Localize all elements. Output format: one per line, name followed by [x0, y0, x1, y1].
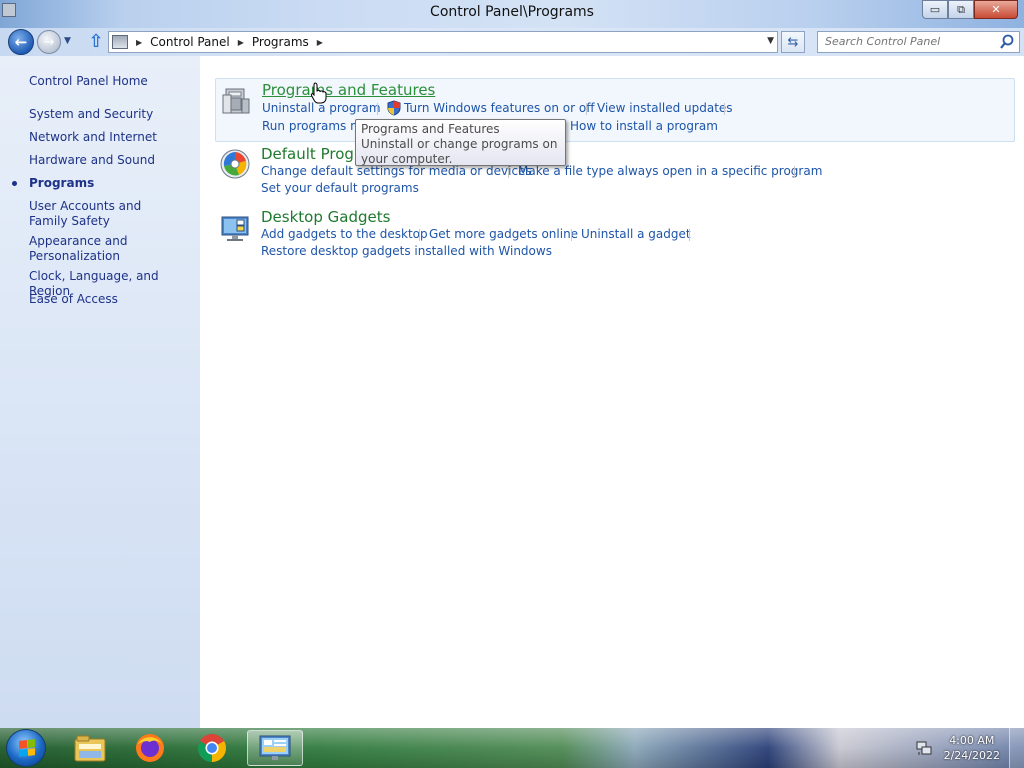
- desktop-gadgets-icon[interactable]: [219, 212, 251, 244]
- system-clock[interactable]: 4:00 AM 2/24/2022: [944, 733, 1000, 763]
- windows-explorer-icon: [74, 735, 106, 762]
- taskbar-windows-explorer[interactable]: [62, 730, 118, 766]
- main-content: Programs and Features Uninstall a progra…: [200, 56, 1024, 728]
- sidebar-item-user-accounts[interactable]: User Accounts and Family Safety: [29, 199, 179, 229]
- default-programs-icon[interactable]: [219, 148, 251, 180]
- link-view-installed-updates[interactable]: View installed updates: [597, 101, 733, 115]
- forward-button[interactable]: →: [37, 30, 61, 54]
- link-divider: [508, 166, 509, 178]
- recent-pages-button[interactable]: ▼: [64, 36, 71, 46]
- search-icon[interactable]: [999, 33, 1015, 51]
- back-button[interactable]: ←: [8, 29, 34, 55]
- link-turn-windows-features[interactable]: Turn Windows features on or off: [404, 101, 595, 115]
- link-how-to-install[interactable]: How to install a program: [570, 119, 718, 133]
- category-desktop-gadgets: Desktop Gadgets Add gadgets to the deskt…: [215, 206, 1015, 266]
- programs-features-icon[interactable]: [220, 85, 252, 117]
- current-item-bullet-icon: [12, 181, 17, 186]
- control-panel-location-icon: [112, 35, 128, 49]
- uac-shield-icon: [387, 100, 401, 116]
- link-add-gadgets[interactable]: Add gadgets to the desktop: [261, 227, 428, 241]
- link-restore-gadgets[interactable]: Restore desktop gadgets installed with W…: [261, 244, 552, 258]
- address-bar[interactable]: ▶ Control Panel ▶ Programs ▶ ▼: [108, 31, 778, 53]
- link-set-default-programs[interactable]: Set your default programs: [261, 181, 419, 195]
- minimize-button[interactable]: ▭: [922, 0, 948, 19]
- clock-time: 4:00 AM: [949, 734, 995, 747]
- chrome-icon: [198, 734, 226, 762]
- category-programs-features: Programs and Features Uninstall a progra…: [215, 78, 1015, 142]
- show-desktop-button[interactable]: [1009, 728, 1024, 768]
- navigation-bar: ← → ▼ ⇧ ▶ Control Panel ▶ Programs ▶ ▼ ⇆: [0, 28, 1024, 56]
- notification-area: 4:00 AM 2/24/2022: [914, 728, 1024, 768]
- taskbar-chrome[interactable]: [184, 730, 240, 766]
- link-divider: [586, 103, 587, 115]
- start-button[interactable]: [6, 729, 46, 767]
- link-uninstall-gadget[interactable]: Uninstall a gadget: [581, 227, 691, 241]
- link-divider: [794, 166, 795, 178]
- back-arrow-icon: ←: [14, 33, 28, 51]
- forward-arrow-icon: →: [43, 34, 55, 50]
- sidebar-item-network-internet[interactable]: Network and Internet: [29, 130, 194, 145]
- breadcrumb-separator-icon[interactable]: ▶: [238, 38, 244, 47]
- restore-icon: ⧉: [957, 2, 965, 16]
- link-divider: [724, 103, 725, 115]
- sidebar-item-ease-of-access[interactable]: Ease of Access: [29, 292, 194, 307]
- refresh-button[interactable]: ⇆: [781, 31, 805, 53]
- link-divider: [419, 229, 420, 241]
- tooltip-programs-features: Programs and Features Uninstall or chang…: [355, 119, 566, 166]
- link-divider: [689, 229, 690, 241]
- close-button[interactable]: ✕: [974, 0, 1018, 19]
- category-default-programs: Default Programs Change default settings…: [215, 142, 1015, 206]
- network-icon[interactable]: [916, 740, 932, 756]
- search-box[interactable]: [817, 31, 1020, 53]
- title-bar: Control Panel\Programs ▭ ⧉ ✕: [0, 0, 1024, 28]
- link-divider: [571, 229, 572, 241]
- link-get-more-gadgets[interactable]: Get more gadgets online: [429, 227, 578, 241]
- refresh-icon: ⇆: [787, 34, 799, 50]
- breadcrumb-separator-icon[interactable]: ▶: [136, 38, 142, 47]
- chevron-down-icon: ▼: [64, 36, 71, 46]
- link-file-type-association[interactable]: Make a file type always open in a specif…: [518, 164, 822, 178]
- tooltip-title: Programs and Features: [361, 122, 500, 136]
- search-input[interactable]: [825, 35, 995, 48]
- left-navigation-pane: Control Panel Home System and Security N…: [0, 56, 200, 728]
- up-arrow-icon: ⇧: [88, 31, 104, 52]
- category-title-desktop-gadgets[interactable]: Desktop Gadgets: [261, 208, 390, 226]
- sidebar-item-programs: Programs: [29, 176, 95, 190]
- hand-cursor-icon: [310, 82, 327, 104]
- breadcrumb-programs[interactable]: Programs: [252, 35, 309, 49]
- breadcrumb-control-panel[interactable]: Control Panel: [150, 35, 230, 49]
- sidebar-item-system-security[interactable]: System and Security: [29, 107, 194, 122]
- link-divider: [377, 103, 378, 115]
- sidebar-item-control-panel-home[interactable]: Control Panel Home: [29, 74, 194, 89]
- close-icon: ✕: [991, 3, 1001, 16]
- sidebar-item-hardware-sound[interactable]: Hardware and Sound: [29, 153, 194, 168]
- minimize-icon: ▭: [929, 3, 941, 16]
- restore-button[interactable]: ⧉: [948, 0, 974, 19]
- windows-logo-icon: [19, 739, 35, 757]
- firefox-icon: [136, 734, 164, 762]
- taskbar-control-panel[interactable]: [247, 730, 303, 766]
- control-panel-icon: [259, 735, 291, 760]
- tooltip-body: Uninstall or change programs on your com…: [361, 137, 558, 166]
- taskbar-firefox[interactable]: [122, 730, 178, 766]
- window-controls: ▭ ⧉ ✕: [922, 0, 1018, 19]
- clock-date: 2/24/2022: [943, 749, 1000, 762]
- category-title-programs-features[interactable]: Programs and Features: [262, 81, 435, 99]
- up-level-button[interactable]: ⇧: [87, 32, 105, 52]
- window-title: Control Panel\Programs: [430, 4, 594, 20]
- taskbar: 4:00 AM 2/24/2022: [0, 728, 1024, 768]
- address-dropdown-icon[interactable]: ▼: [767, 36, 774, 46]
- sidebar-item-appearance[interactable]: Appearance and Personalization: [29, 234, 149, 264]
- breadcrumb-separator-icon[interactable]: ▶: [317, 38, 323, 47]
